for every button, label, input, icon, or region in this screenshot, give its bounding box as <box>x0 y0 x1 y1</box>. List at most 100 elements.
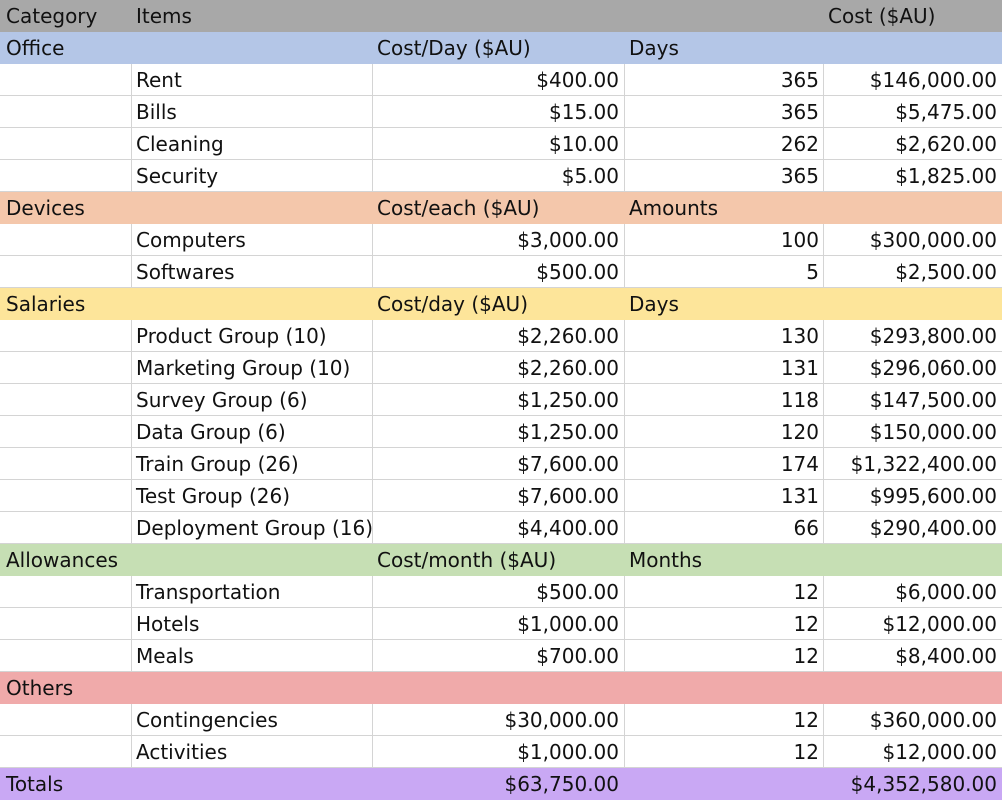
cost-cell[interactable]: $2,500.00 <box>824 256 1002 288</box>
section-name[interactable]: Allowances <box>0 544 132 576</box>
rate-cell[interactable]: $3,000.00 <box>373 224 625 256</box>
section-blank[interactable] <box>132 672 373 704</box>
category-cell[interactable] <box>0 64 132 96</box>
section-rate-label[interactable]: Cost/each ($AU) <box>373 192 625 224</box>
qty-cell[interactable]: 262 <box>625 128 824 160</box>
category-cell[interactable] <box>0 384 132 416</box>
category-cell[interactable] <box>0 576 132 608</box>
item-cell[interactable]: Deployment Group (16) <box>132 512 373 544</box>
rate-cell[interactable]: $4,400.00 <box>373 512 625 544</box>
qty-cell[interactable]: 12 <box>625 704 824 736</box>
item-cell[interactable]: Softwares <box>132 256 373 288</box>
cost-cell[interactable]: $360,000.00 <box>824 704 1002 736</box>
item-cell[interactable]: Data Group (6) <box>132 416 373 448</box>
item-cell[interactable]: Test Group (26) <box>132 480 373 512</box>
section-blank[interactable] <box>132 192 373 224</box>
category-cell[interactable] <box>0 480 132 512</box>
section-qty-label[interactable]: Days <box>625 288 824 320</box>
section-blank[interactable] <box>824 32 1002 64</box>
totals-blank[interactable] <box>625 768 824 800</box>
rate-cell[interactable]: $7,600.00 <box>373 480 625 512</box>
totals-cost[interactable]: $4,352,580.00 <box>824 768 1002 800</box>
category-cell[interactable] <box>0 320 132 352</box>
section-qty-label[interactable] <box>625 672 824 704</box>
qty-cell[interactable]: 131 <box>625 352 824 384</box>
category-cell[interactable] <box>0 96 132 128</box>
cost-cell[interactable]: $150,000.00 <box>824 416 1002 448</box>
item-cell[interactable]: Cleaning <box>132 128 373 160</box>
cost-cell[interactable]: $6,000.00 <box>824 576 1002 608</box>
section-blank[interactable] <box>132 288 373 320</box>
rate-cell[interactable]: $30,000.00 <box>373 704 625 736</box>
cost-cell[interactable]: $300,000.00 <box>824 224 1002 256</box>
cost-cell[interactable]: $8,400.00 <box>824 640 1002 672</box>
section-name[interactable]: Office <box>0 32 132 64</box>
section-blank[interactable] <box>824 672 1002 704</box>
category-cell[interactable] <box>0 704 132 736</box>
cost-cell[interactable]: $12,000.00 <box>824 608 1002 640</box>
cost-cell[interactable]: $1,322,400.00 <box>824 448 1002 480</box>
section-name[interactable]: Salaries <box>0 288 132 320</box>
qty-cell[interactable]: 174 <box>625 448 824 480</box>
section-blank[interactable] <box>132 32 373 64</box>
qty-cell[interactable]: 12 <box>625 608 824 640</box>
section-blank[interactable] <box>824 192 1002 224</box>
category-cell[interactable] <box>0 160 132 192</box>
cost-cell[interactable]: $5,475.00 <box>824 96 1002 128</box>
item-cell[interactable]: Survey Group (6) <box>132 384 373 416</box>
rate-cell[interactable]: $1,250.00 <box>373 384 625 416</box>
category-cell[interactable] <box>0 640 132 672</box>
item-cell[interactable]: Computers <box>132 224 373 256</box>
section-name[interactable]: Others <box>0 672 132 704</box>
section-rate-label[interactable] <box>373 672 625 704</box>
section-name[interactable]: Devices <box>0 192 132 224</box>
rate-cell[interactable]: $2,260.00 <box>373 320 625 352</box>
item-cell[interactable]: Rent <box>132 64 373 96</box>
category-cell[interactable] <box>0 352 132 384</box>
qty-cell[interactable]: 12 <box>625 640 824 672</box>
cost-cell[interactable]: $2,620.00 <box>824 128 1002 160</box>
section-blank[interactable] <box>824 288 1002 320</box>
item-cell[interactable]: Meals <box>132 640 373 672</box>
item-cell[interactable]: Product Group (10) <box>132 320 373 352</box>
rate-cell[interactable]: $15.00 <box>373 96 625 128</box>
category-cell[interactable] <box>0 128 132 160</box>
totals-label[interactable]: Totals <box>0 768 132 800</box>
item-cell[interactable]: Train Group (26) <box>132 448 373 480</box>
item-cell[interactable]: Security <box>132 160 373 192</box>
rate-cell[interactable]: $400.00 <box>373 64 625 96</box>
category-cell[interactable] <box>0 416 132 448</box>
rate-cell[interactable]: $500.00 <box>373 256 625 288</box>
category-cell[interactable] <box>0 256 132 288</box>
qty-cell[interactable]: 131 <box>625 480 824 512</box>
cost-cell[interactable]: $293,800.00 <box>824 320 1002 352</box>
rate-cell[interactable]: $10.00 <box>373 128 625 160</box>
rate-cell[interactable]: $1,000.00 <box>373 736 625 768</box>
header-blank[interactable] <box>373 0 625 32</box>
header-category[interactable]: Category <box>0 0 132 32</box>
item-cell[interactable]: Marketing Group (10) <box>132 352 373 384</box>
cost-cell[interactable]: $290,400.00 <box>824 512 1002 544</box>
item-cell[interactable]: Hotels <box>132 608 373 640</box>
qty-cell[interactable]: 120 <box>625 416 824 448</box>
section-rate-label[interactable]: Cost/Day ($AU) <box>373 32 625 64</box>
header-items[interactable]: Items <box>132 0 373 32</box>
section-rate-label[interactable]: Cost/month ($AU) <box>373 544 625 576</box>
qty-cell[interactable]: 66 <box>625 512 824 544</box>
section-qty-label[interactable]: Days <box>625 32 824 64</box>
item-cell[interactable]: Contingencies <box>132 704 373 736</box>
category-cell[interactable] <box>0 448 132 480</box>
category-cell[interactable] <box>0 608 132 640</box>
item-cell[interactable]: Activities <box>132 736 373 768</box>
rate-cell[interactable]: $7,600.00 <box>373 448 625 480</box>
qty-cell[interactable]: 12 <box>625 576 824 608</box>
qty-cell[interactable]: 365 <box>625 160 824 192</box>
category-cell[interactable] <box>0 736 132 768</box>
qty-cell[interactable]: 5 <box>625 256 824 288</box>
qty-cell[interactable]: 12 <box>625 736 824 768</box>
totals-rate[interactable]: $63,750.00 <box>373 768 625 800</box>
section-blank[interactable] <box>824 544 1002 576</box>
rate-cell[interactable]: $700.00 <box>373 640 625 672</box>
section-qty-label[interactable]: Months <box>625 544 824 576</box>
qty-cell[interactable]: 118 <box>625 384 824 416</box>
